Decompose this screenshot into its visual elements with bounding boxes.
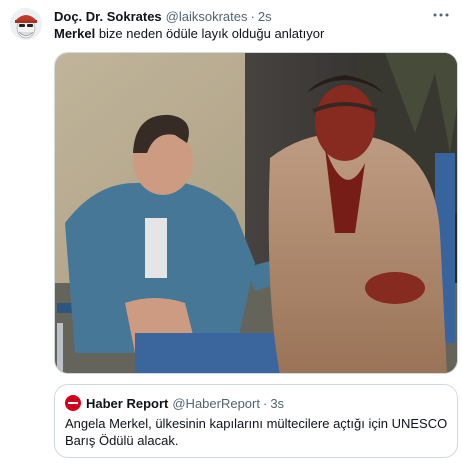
tweet-header: Doç. Dr. Sokrates @laiksokrates · 2s xyxy=(54,8,434,24)
quoted-author-logo-icon xyxy=(65,395,81,411)
tweet-text-body: bize neden ödüle layık olduğu anlatıyor xyxy=(95,26,325,41)
photo-illustration xyxy=(55,53,457,373)
quoted-tweet-text: Angela Merkel, ülkesinin kapılarını mült… xyxy=(65,416,448,448)
tweet-photo[interactable] xyxy=(54,52,458,374)
quoted-author-name: Haber Report xyxy=(86,395,169,411)
author-handle[interactable]: @laiksokrates xyxy=(166,9,248,24)
separator-dot: · xyxy=(250,8,255,24)
tweet-text-mention[interactable]: Merkel xyxy=(54,26,95,41)
author-name[interactable]: Doç. Dr. Sokrates xyxy=(54,9,162,24)
quoted-separator-dot: · xyxy=(262,395,268,411)
quoted-tweet-header: Haber Report @HaberReport · 3s xyxy=(65,395,284,411)
quoted-tweet[interactable]: Haber Report @HaberReport · 3s Angela Me… xyxy=(54,384,458,458)
tweet-text: Merkel bize neden ödüle layık olduğu anl… xyxy=(54,26,444,42)
avatar[interactable] xyxy=(10,8,42,40)
quoted-author-handle: @HaberReport xyxy=(172,395,260,411)
avatar-icon xyxy=(10,8,42,40)
tweet-time[interactable]: 2s xyxy=(258,9,272,24)
more-horizontal-icon[interactable] xyxy=(432,8,450,22)
quoted-tweet-time: 3s xyxy=(270,395,285,411)
